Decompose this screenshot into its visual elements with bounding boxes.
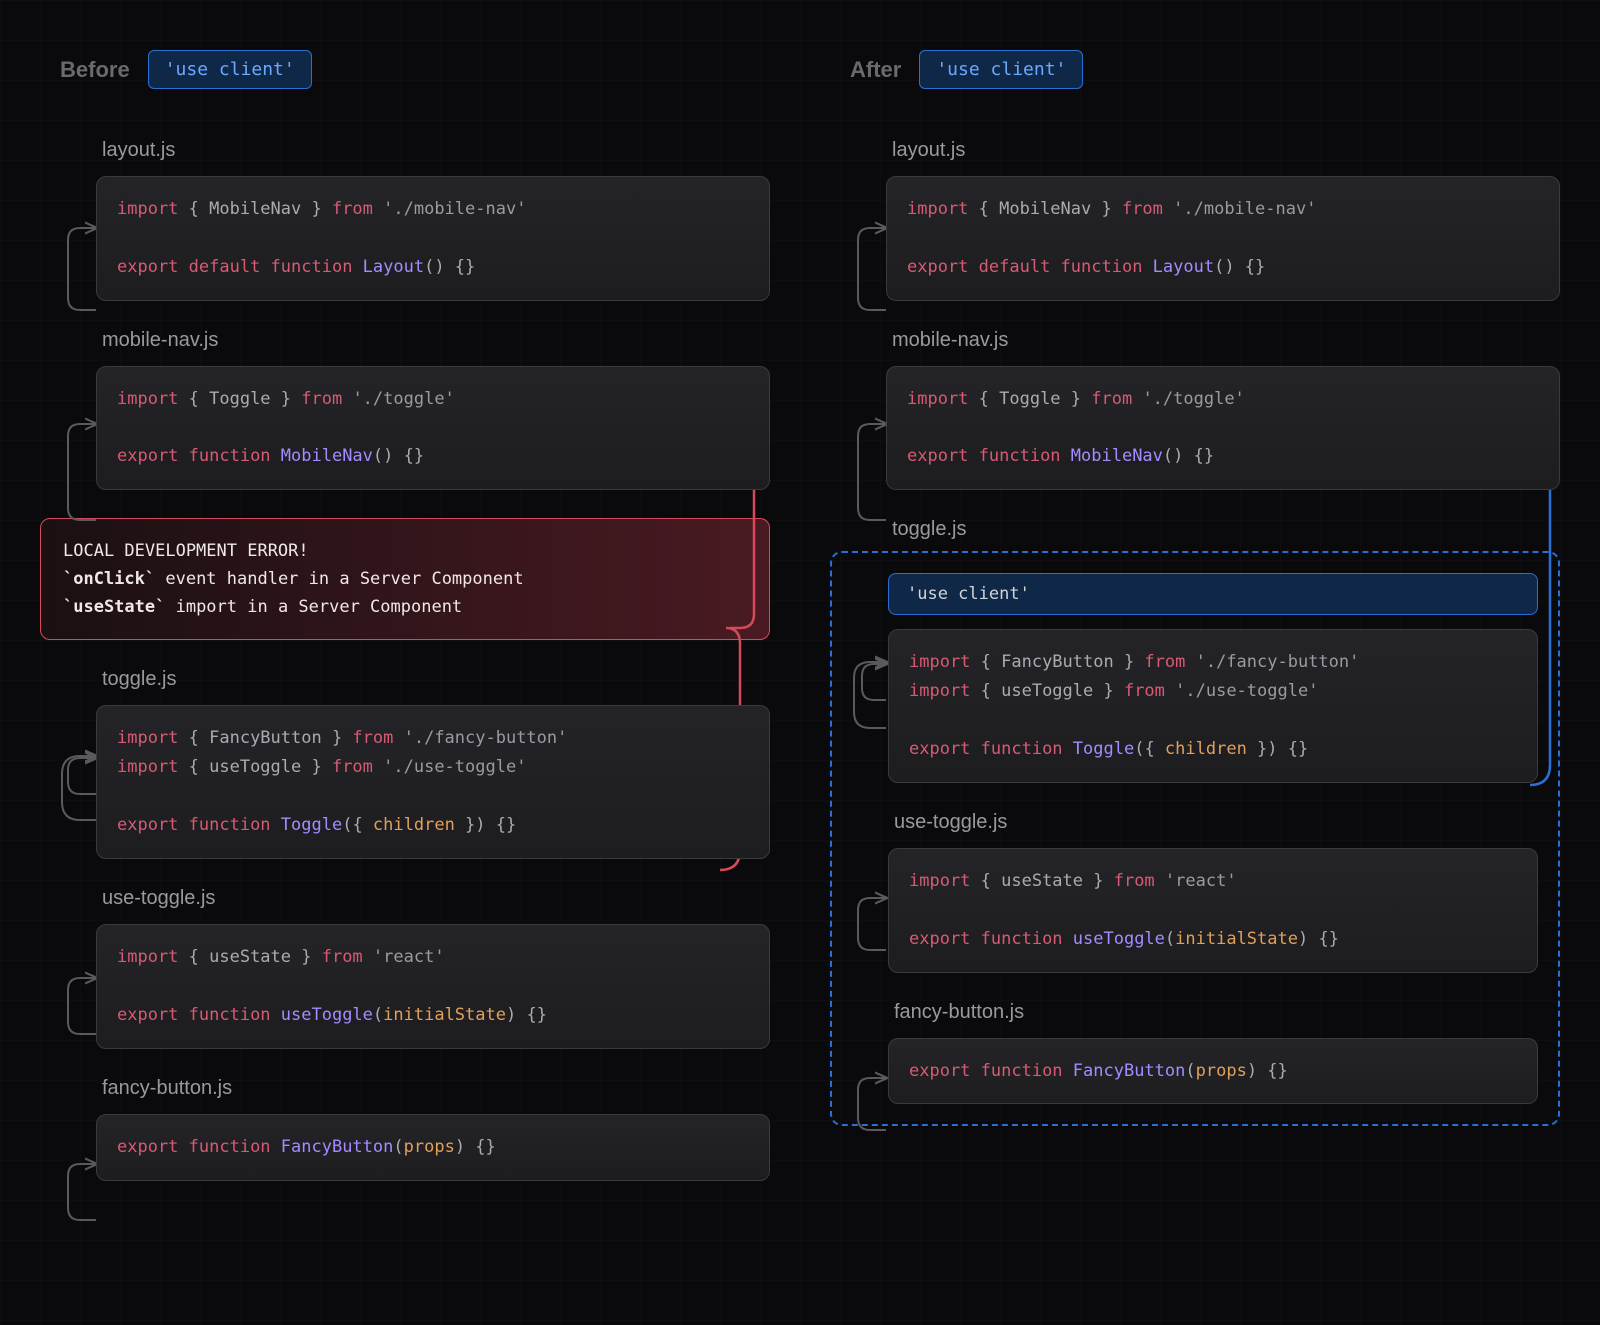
- before-title: Before: [60, 57, 130, 83]
- code-box: import { useState } from 'react' export …: [888, 848, 1538, 973]
- file-fancy-button: fancy-button.js export function FancyBut…: [888, 1001, 1538, 1105]
- code-box: import { FancyButton } from './fancy-but…: [96, 705, 770, 859]
- error-title: LOCAL DEVELOPMENT ERROR!: [63, 537, 747, 565]
- code-box: import { MobileNav } from './mobile-nav'…: [886, 176, 1560, 301]
- file-mobile-nav: mobile-nav.js import { Toggle } from './…: [96, 329, 770, 491]
- after-header: After 'use client': [830, 50, 1560, 89]
- file-toggle-header: toggle.js: [886, 518, 1560, 541]
- file-label: mobile-nav.js: [886, 329, 1560, 352]
- file-label: use-toggle.js: [888, 811, 1538, 834]
- code-box: export function FancyButton(props) {}: [96, 1114, 770, 1181]
- file-label: layout.js: [886, 139, 1560, 162]
- file-label: mobile-nav.js: [96, 329, 770, 352]
- file-label: fancy-button.js: [888, 1001, 1538, 1024]
- directive-badge: 'use client': [919, 50, 1083, 89]
- diagram-container: Before 'use client' layout.js import { M…: [0, 0, 1600, 1259]
- use-client-directive: 'use client': [888, 573, 1538, 615]
- error-box: LOCAL DEVELOPMENT ERROR! `onClick` event…: [40, 518, 770, 640]
- file-mobile-nav: mobile-nav.js import { Toggle } from './…: [886, 329, 1560, 491]
- error-line-2: `useState` import in a Server Component: [63, 593, 747, 621]
- file-use-toggle: use-toggle.js import { useState } from '…: [888, 811, 1538, 973]
- code-box: import { useState } from 'react' export …: [96, 924, 770, 1049]
- client-boundary: 'use client' import { FancyButton } from…: [830, 551, 1560, 1126]
- code-box: import { FancyButton } from './fancy-but…: [888, 629, 1538, 783]
- before-header: Before 'use client': [40, 50, 770, 89]
- file-fancy-button: fancy-button.js export function FancyBut…: [96, 1077, 770, 1181]
- file-toggle: toggle.js import { FancyButton } from '.…: [96, 668, 770, 859]
- code-box: import { Toggle } from './toggle' export…: [96, 366, 770, 491]
- code-box: import { MobileNav } from './mobile-nav'…: [96, 176, 770, 301]
- after-column: After 'use client' layout.js import { Mo…: [830, 50, 1560, 1209]
- file-layout: layout.js import { MobileNav } from './m…: [886, 139, 1560, 301]
- file-label: toggle.js: [96, 668, 770, 691]
- file-layout: layout.js import { MobileNav } from './m…: [96, 139, 770, 301]
- before-column: Before 'use client' layout.js import { M…: [40, 50, 770, 1209]
- file-label: use-toggle.js: [96, 887, 770, 910]
- file-toggle: 'use client' import { FancyButton } from…: [888, 573, 1538, 783]
- code-box: import { Toggle } from './toggle' export…: [886, 366, 1560, 491]
- error-line-1: `onClick` event handler in a Server Comp…: [63, 565, 747, 593]
- after-title: After: [850, 57, 901, 83]
- file-use-toggle: use-toggle.js import { useState } from '…: [96, 887, 770, 1049]
- code-box: export function FancyButton(props) {}: [888, 1038, 1538, 1105]
- file-label: layout.js: [96, 139, 770, 162]
- directive-badge: 'use client': [148, 50, 312, 89]
- file-label: toggle.js: [886, 518, 1560, 541]
- file-label: fancy-button.js: [96, 1077, 770, 1100]
